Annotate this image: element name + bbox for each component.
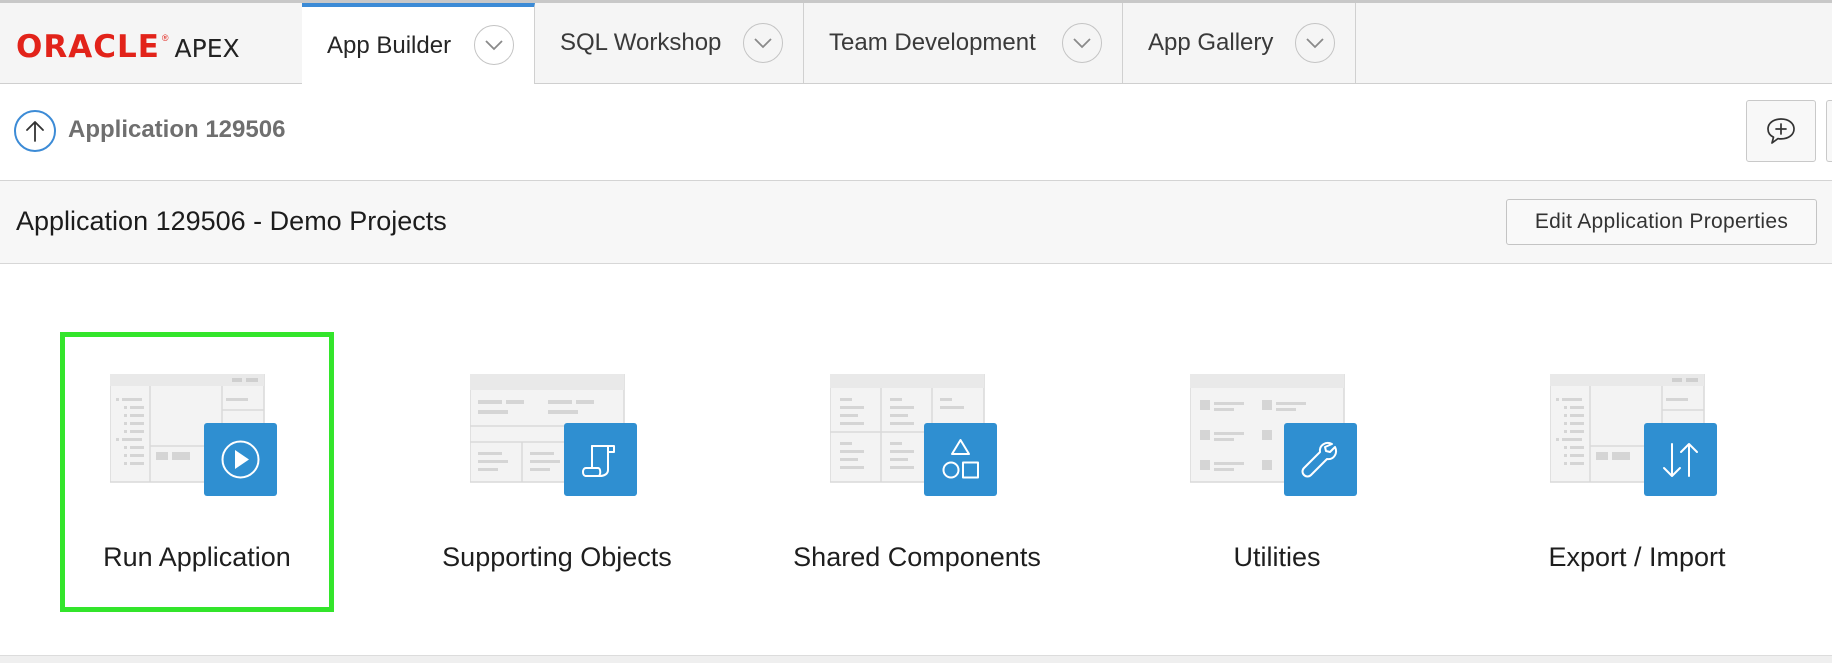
oracle-apex-logo[interactable]: ORACLE ® APEX <box>16 27 240 67</box>
export-import-illustration <box>1550 374 1717 496</box>
chevron-down-icon[interactable] <box>1295 23 1335 63</box>
chevron-down-icon[interactable] <box>1062 23 1102 63</box>
supporting-objects-illustration <box>470 374 637 496</box>
page-title: Application 129506 - Demo Projects <box>16 206 447 236</box>
tile-run-application[interactable]: Run Application <box>60 332 334 612</box>
tab-app-builder[interactable]: App Builder <box>302 3 535 85</box>
application-tiles: Run Application Supporting Objects Share… <box>0 264 1832 654</box>
tab-sql-workshop[interactable]: SQL Workshop <box>535 3 804 83</box>
tab-team-development-label: Team Development <box>829 29 1036 56</box>
arrow-up-icon[interactable] <box>14 110 56 152</box>
logo-oracle-text: ORACLE <box>16 29 160 65</box>
tile-shared-components[interactable]: Shared Components <box>780 332 1054 612</box>
tile-label: Utilities <box>1233 542 1321 572</box>
page-header: Application 129506 - Demo Projects Edit … <box>0 181 1832 264</box>
breadcrumb: Application 129506 <box>0 84 1832 181</box>
tile-utilities[interactable]: Utilities <box>1140 332 1414 612</box>
tile-label: Shared Components <box>793 542 1041 572</box>
breadcrumb-title[interactable]: Application 129506 <box>68 116 285 144</box>
tab-sql-workshop-label: SQL Workshop <box>560 29 722 56</box>
feedback-icon <box>1767 118 1795 144</box>
tab-app-gallery-label: App Gallery <box>1148 29 1274 56</box>
top-navigation: ORACLE ® APEX App Builder SQL Workshop T… <box>0 0 1832 85</box>
tile-label: Supporting Objects <box>442 542 672 572</box>
tab-app-builder-label: App Builder <box>327 32 452 59</box>
shared-components-illustration <box>830 374 997 496</box>
tile-label: Run Application <box>103 542 291 572</box>
toolbar-overflow-button[interactable] <box>1826 100 1832 162</box>
logo-apex-text: APEX <box>174 34 240 63</box>
run-application-illustration <box>110 374 277 496</box>
logo-registered-mark: ® <box>161 33 169 43</box>
feedback-button[interactable] <box>1746 100 1816 162</box>
tile-label: Export / Import <box>1548 542 1726 572</box>
tile-supporting-objects[interactable]: Supporting Objects <box>420 332 694 612</box>
tab-team-development[interactable]: Team Development <box>804 3 1123 83</box>
tab-app-gallery[interactable]: App Gallery <box>1123 3 1356 83</box>
edit-application-properties-button[interactable]: Edit Application Properties <box>1506 199 1817 245</box>
chevron-down-icon[interactable] <box>743 23 783 63</box>
chevron-down-icon[interactable] <box>474 25 514 65</box>
tile-export-import[interactable]: Export / Import <box>1500 332 1774 612</box>
utilities-illustration <box>1190 374 1357 496</box>
